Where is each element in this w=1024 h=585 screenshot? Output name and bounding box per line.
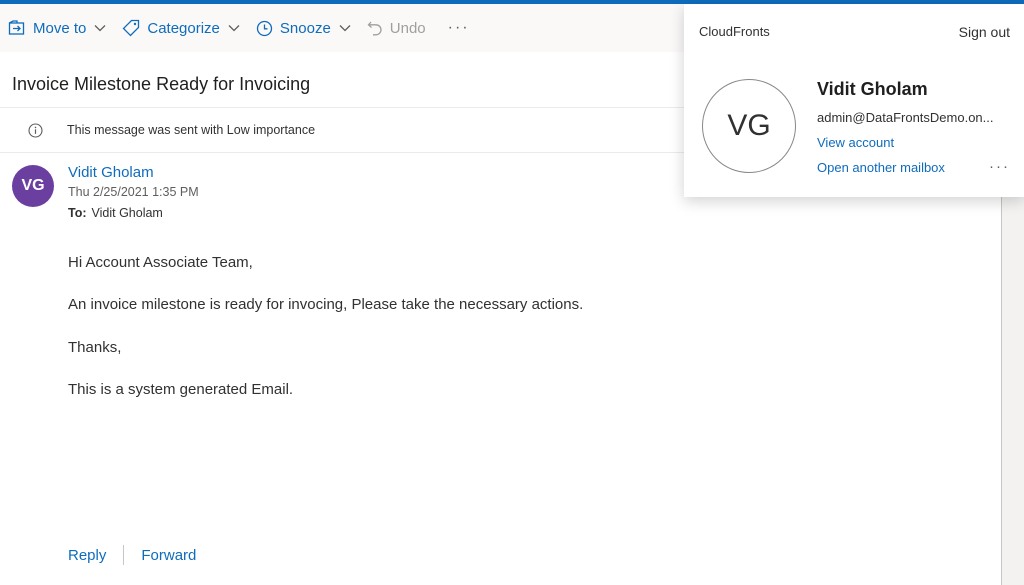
to-label: To: (68, 206, 87, 220)
message-actions: Reply Forward (68, 545, 196, 565)
email-subject: Invoice Milestone Ready for Invoicing (12, 74, 311, 94)
categorize-button[interactable]: Categorize (114, 4, 248, 52)
body-paragraph: An invoice milestone is ready for invoci… (68, 296, 584, 313)
undo-label: Undo (389, 19, 426, 37)
info-icon (28, 122, 43, 138)
action-divider (123, 545, 125, 565)
body-greeting: Hi Account Associate Team, (68, 254, 253, 271)
account-flyout: CloudFronts Sign out VG Vidit Gholam adm… (684, 4, 1024, 197)
move-to-button[interactable]: Move to (0, 4, 114, 52)
sign-out-link[interactable]: Sign out (959, 24, 1010, 40)
account-email: admin@DataFrontsDemo.on... (817, 110, 994, 125)
sender-name[interactable]: Vidit Gholam (68, 164, 154, 181)
account-avatar[interactable]: VG (702, 79, 796, 173)
undo-button[interactable]: Undo (359, 4, 434, 52)
clock-icon (256, 20, 273, 36)
chevron-down-icon (339, 25, 351, 32)
open-another-mailbox-link[interactable]: Open another mailbox (817, 160, 945, 175)
account-more-button[interactable]: ··· (989, 158, 1010, 175)
snooze-label: Snooze (279, 19, 331, 37)
undo-icon (367, 21, 382, 35)
recipient-line: To: Vidit Gholam (68, 206, 163, 220)
reply-button[interactable]: Reply (68, 547, 106, 564)
sent-date: Thu 2/25/2021 1:35 PM (68, 185, 199, 199)
chevron-down-icon (228, 25, 240, 32)
view-account-link[interactable]: View account (817, 135, 894, 150)
move-to-icon (8, 20, 25, 35)
more-icon: ··· (447, 19, 470, 36)
chevron-down-icon (94, 25, 106, 32)
body-signoff: Thanks, (68, 339, 122, 356)
importance-text: This message was sent with Low importanc… (67, 123, 316, 137)
tag-icon (122, 19, 140, 37)
move-to-label: Move to (33, 19, 87, 37)
recipient-name[interactable]: Vidit Gholam (92, 206, 163, 220)
more-actions-button[interactable]: ··· (434, 4, 478, 52)
account-name: Vidit Gholam (817, 79, 928, 99)
body-footer-note: This is a system generated Email. (68, 381, 294, 398)
categorize-label: Categorize (147, 19, 220, 37)
sender-avatar[interactable]: VG (12, 165, 54, 207)
forward-button[interactable]: Forward (141, 547, 196, 564)
organization-name: CloudFronts (699, 24, 770, 39)
snooze-button[interactable]: Snooze (248, 4, 359, 52)
